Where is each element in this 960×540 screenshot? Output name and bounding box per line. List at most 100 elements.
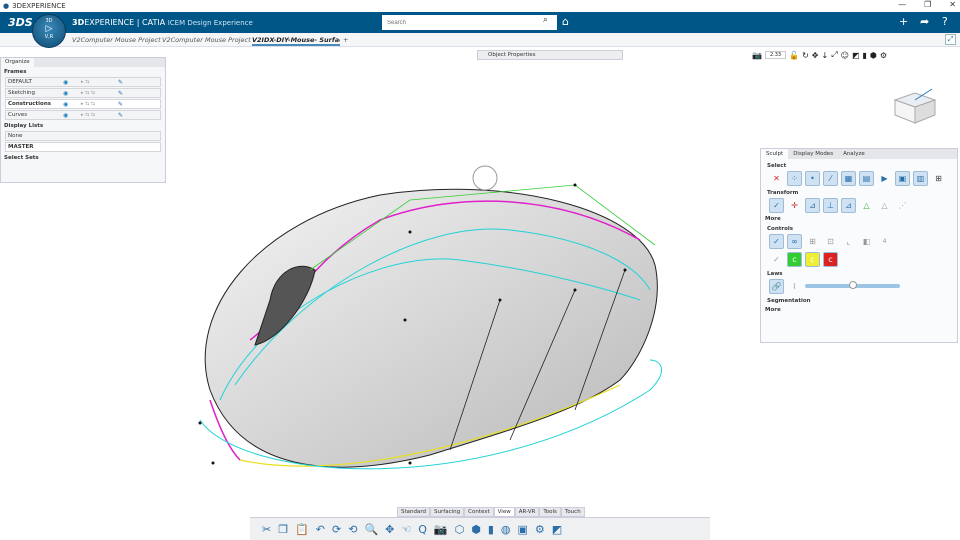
close-button[interactable]: ✕ (949, 0, 956, 9)
tab-standard[interactable]: Standard (397, 507, 431, 517)
select-sets-section[interactable]: Select Sets (1, 153, 165, 162)
refresh-icon[interactable]: ⟲ (348, 523, 357, 536)
count-box[interactable]: 4 (877, 234, 892, 249)
frames-section[interactable]: Frames (1, 67, 165, 76)
tab-ar-vr[interactable]: AR-VR (514, 507, 540, 517)
zoom-icon[interactable]: 🔍 (364, 523, 378, 536)
frame-row[interactable]: Sketching ◉ ▸ ⇆ ⇆ ✎ (5, 88, 161, 98)
select-column-icon[interactable]: ▥ (913, 171, 928, 186)
maximize-button[interactable]: ❐ (924, 0, 931, 9)
zoom-area-icon[interactable]: Q (418, 523, 427, 536)
share-icon[interactable]: ➦ (920, 15, 929, 28)
book-icon[interactable]: ▮ (863, 51, 867, 60)
settings-icon[interactable]: ⚙ (535, 523, 545, 536)
select-curve-icon[interactable]: ⁄ (823, 171, 838, 186)
camera-icon[interactable]: 📷 (752, 51, 762, 60)
visibility-icon[interactable]: ◉ (63, 79, 68, 86)
organize-tab[interactable]: Organize (1, 58, 34, 67)
add-icon[interactable]: + (899, 15, 908, 28)
tab-context[interactable]: Context (464, 507, 494, 517)
visibility-icon[interactable]: ◉ (63, 90, 68, 97)
yellow-continuity-icon[interactable]: c (805, 252, 820, 267)
visibility-icon[interactable]: ◉ (63, 112, 68, 119)
grid-select-icon[interactable]: ⊞ (931, 171, 946, 186)
section-icon[interactable]: ◩ (852, 51, 860, 60)
tab-document-2[interactable]: V2Computer Mouse Project (162, 36, 251, 44)
scale-icon[interactable]: △ (859, 198, 874, 213)
image-icon[interactable]: ▣ (518, 523, 528, 536)
select-mesh-icon[interactable]: ▤ (859, 171, 874, 186)
fit-icon[interactable]: ⤢ (831, 50, 837, 60)
check-icon[interactable]: ✓ (769, 252, 784, 267)
law-slider[interactable] (805, 281, 900, 289)
pan-icon[interactable]: ✥ (812, 51, 819, 60)
compass-widget[interactable]: 3D ▷ V,R (32, 14, 66, 48)
settings-icon[interactable]: ⚙ (880, 51, 887, 60)
edit-icon[interactable]: ✎ (118, 101, 123, 108)
update-icon[interactable]: ⟳ (332, 523, 341, 536)
corner-icon[interactable]: ⌞ (841, 234, 856, 249)
check-icon[interactable]: ✓ (769, 234, 784, 249)
red-continuity-icon[interactable]: c (823, 252, 838, 267)
search-input[interactable] (382, 15, 557, 30)
tab-touch[interactable]: Touch (560, 507, 585, 517)
play-icon[interactable]: ▶ (877, 171, 892, 186)
tag-icon[interactable]: ⌂ (562, 15, 569, 28)
copy-icon[interactable]: ❐ (278, 523, 288, 536)
tab-analyze[interactable]: Analyze (838, 149, 870, 159)
face-icon[interactable]: ☺ (841, 51, 849, 60)
move-icon[interactable]: ⊥ (823, 198, 838, 213)
select-icon[interactable]: ▸ ⇆ ⇆ (81, 112, 95, 118)
project-icon[interactable]: △ (877, 198, 892, 213)
pan-icon[interactable]: ✥ (385, 523, 394, 536)
minimize-button[interactable]: — (898, 0, 906, 9)
select-mode-icon[interactable]: ◩ (552, 523, 562, 536)
display-lists-section[interactable]: Display Lists (1, 121, 165, 130)
tab-tools[interactable]: Tools (539, 507, 561, 517)
zoom-value[interactable]: 2.33 (764, 51, 787, 59)
grid-dropdown-icon[interactable]: ⊡ (823, 234, 838, 249)
search-icon[interactable]: ⌕ (543, 15, 548, 25)
edit-icon[interactable]: ✎ (118, 112, 123, 119)
select-icon[interactable]: ▸ ⇆ ⇆ (81, 90, 95, 96)
rotate-icon[interactable]: ⊿ (841, 198, 856, 213)
panel-icon[interactable]: ◧ (859, 234, 874, 249)
globe-icon[interactable]: ◍ (501, 523, 511, 536)
law-slider-handle[interactable] (849, 281, 857, 289)
add-tab-button[interactable]: + (343, 36, 348, 44)
object-properties-panel[interactable]: Object Properties (477, 50, 623, 60)
tab-document-3[interactable]: V2IDX-DIY-Mouse- Surfac (252, 36, 340, 46)
manipulator-handle[interactable] (472, 165, 498, 191)
select-point-icon[interactable]: • (805, 171, 820, 186)
translate-icon[interactable]: ⊿ (805, 198, 820, 213)
axis-icon[interactable]: ✛ (787, 198, 802, 213)
law-curve-icon[interactable]: ⌇ (787, 279, 802, 294)
select-icon[interactable]: ▸ ⇆ ⇆ (81, 101, 95, 107)
link-icon[interactable]: 🔗 (769, 279, 784, 294)
capture-icon[interactable]: 📷 (434, 523, 448, 536)
display-list-row[interactable]: MASTER (5, 142, 161, 152)
visibility-icon[interactable]: ◉ (63, 101, 68, 108)
tab-document-1[interactable]: V2Computer Mouse Project (72, 36, 161, 44)
frame-row[interactable]: Curves ◉ ▸ ⇆ ⇆ ✎ (5, 110, 161, 120)
cube-icon[interactable]: ⬢ (870, 51, 877, 60)
select-surface-icon[interactable]: ▦ (841, 171, 856, 186)
view-cube-icon[interactable]: ⬢ (471, 523, 481, 536)
select-row-icon[interactable]: ▣ (895, 171, 910, 186)
help-icon[interactable]: ? (942, 15, 948, 28)
transform-more[interactable]: More (765, 216, 957, 222)
check-icon[interactable]: ✓ (769, 198, 784, 213)
frame-row[interactable]: DEFAULT ◉ ▸ ⇆ ✎ (5, 77, 161, 87)
cut-icon[interactable]: ✂ (262, 523, 271, 536)
fullscreen-icon[interactable]: ⤢ (945, 34, 956, 45)
align-icon[interactable]: ⋰ (895, 198, 910, 213)
frame-row[interactable]: Constructions ◉ ▸ ⇆ ⇆ ✎ (5, 99, 161, 109)
grid-control-icon[interactable]: ⊞ (805, 234, 820, 249)
edit-icon[interactable]: ✎ (118, 79, 123, 86)
segmentation-more[interactable]: More (765, 307, 957, 313)
undo-icon[interactable]: ↶ (316, 523, 325, 536)
tab-display-modes[interactable]: Display Modes (788, 149, 838, 159)
rotate-view-icon[interactable]: ☜ (401, 523, 411, 536)
play-icon[interactable]: ▷ (33, 24, 65, 34)
down-arrow-icon[interactable]: ↓ (821, 51, 828, 60)
